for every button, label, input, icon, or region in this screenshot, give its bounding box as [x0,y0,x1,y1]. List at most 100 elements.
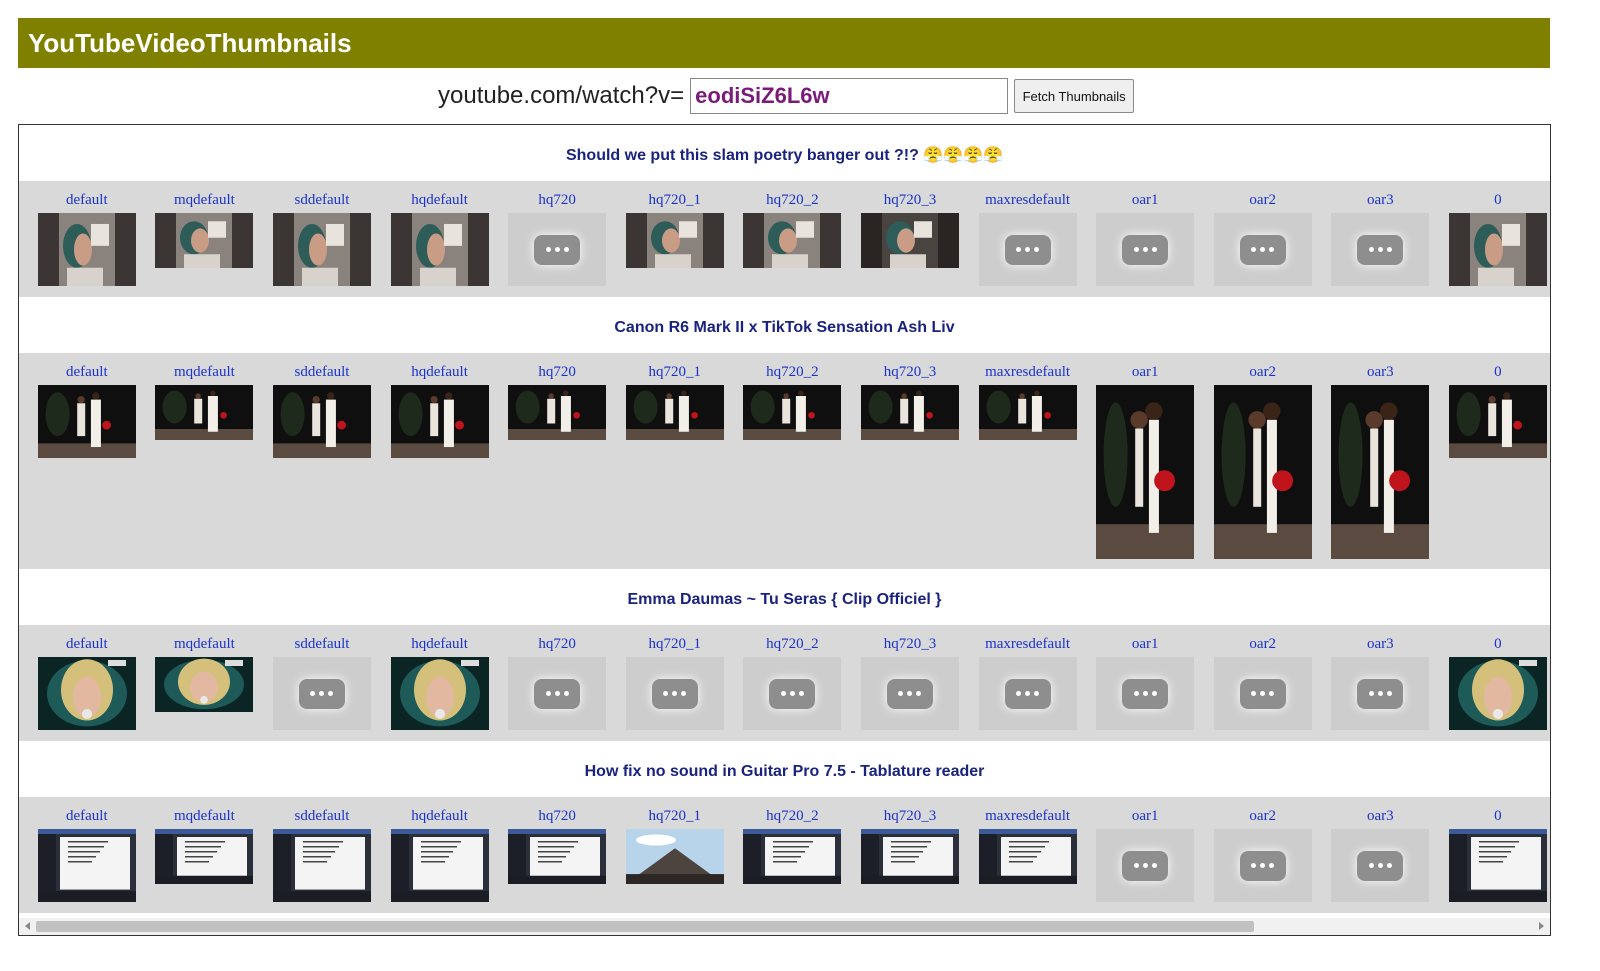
thumbnail-link[interactable]: hq720_1 [649,363,702,385]
thumbnail-unavailable[interactable] [743,657,842,730]
thumbnail-unavailable[interactable] [1213,657,1312,730]
thumbnail-unavailable[interactable] [508,657,607,730]
thumbnail-link[interactable]: default [66,807,108,829]
thumbnail-link[interactable]: maxresdefault [985,191,1070,213]
video-id-input[interactable] [690,78,1009,114]
thumbnail-link[interactable]: default [66,363,108,385]
fetch-thumbnails-button[interactable]: Fetch Thumbnails [1014,79,1135,113]
thumbnail-image[interactable] [37,385,136,458]
thumbnail-image[interactable] [860,385,959,440]
thumbnail-image[interactable] [272,385,371,458]
thumbnail-image[interactable] [743,829,842,884]
thumbnail-link[interactable]: hqdefault [411,191,468,213]
thumbnail-image[interactable] [860,829,959,884]
thumbnail-unavailable[interactable] [1213,829,1312,902]
thumbnail-link[interactable]: oar2 [1249,363,1276,385]
thumbnail-link[interactable]: hq720 [538,807,576,829]
thumbnail-link[interactable]: mqdefault [174,807,235,829]
thumbnail-unavailable[interactable] [1213,213,1312,286]
thumbnail-image[interactable] [390,829,489,902]
thumbnail-image[interactable] [743,213,842,268]
thumbnail-unavailable[interactable] [1331,657,1430,730]
scrollbar-thumb[interactable] [36,921,1254,932]
thumbnail-link[interactable]: hq720_2 [766,191,819,213]
thumbnail-link[interactable]: oar2 [1249,191,1276,213]
thumbnail-unavailable[interactable] [978,657,1077,730]
thumbnail-link[interactable]: 0 [1494,363,1502,385]
thumbnail-link[interactable]: oar2 [1249,635,1276,657]
thumbnail-link[interactable]: maxresdefault [985,635,1070,657]
thumbnail-link[interactable]: hq720 [538,191,576,213]
thumbnail-unavailable[interactable] [1331,829,1430,902]
thumbnail-unavailable[interactable] [508,213,607,286]
thumbnail-image[interactable] [272,213,371,286]
thumbnail-image[interactable] [625,213,724,268]
thumbnail-link[interactable]: hq720_3 [884,635,937,657]
thumbnail-image[interactable] [860,213,959,268]
thumbnail-link[interactable]: mqdefault [174,635,235,657]
thumbnail-link[interactable]: 0 [1494,807,1502,829]
thumbnail-link[interactable]: hqdefault [411,807,468,829]
thumbnail-image[interactable] [1096,385,1195,559]
thumbnail-image[interactable] [1448,385,1547,458]
thumbnail-image[interactable] [508,829,607,884]
thumbnail-link[interactable]: oar2 [1249,807,1276,829]
thumbnail-unavailable[interactable] [1331,213,1430,286]
thumbnail-link[interactable]: hq720_3 [884,363,937,385]
thumbnail-link[interactable]: oar3 [1367,191,1394,213]
thumbnail-link[interactable]: hqdefault [411,363,468,385]
thumbnail-link[interactable]: oar1 [1132,807,1159,829]
thumbnail-link[interactable]: hq720_1 [649,807,702,829]
thumbnail-link[interactable]: hqdefault [411,635,468,657]
thumbnail-image[interactable] [508,385,607,440]
thumbnail-link[interactable]: hq720_3 [884,807,937,829]
thumbnail-link[interactable]: oar1 [1132,363,1159,385]
thumbnail-unavailable[interactable] [1096,829,1195,902]
thumbnail-image[interactable] [37,657,136,730]
thumbnail-image[interactable] [1448,213,1547,286]
thumbnail-link[interactable]: sddefault [294,191,349,213]
thumbnail-unavailable[interactable] [1096,657,1195,730]
thumbnail-link[interactable]: hq720_2 [766,363,819,385]
thumbnail-image[interactable] [1448,829,1547,902]
thumbnail-link[interactable]: hq720_3 [884,191,937,213]
thumbnail-image[interactable] [978,385,1077,440]
thumbnail-link[interactable]: oar3 [1367,807,1394,829]
thumbnail-image[interactable] [390,385,489,458]
thumbnail-image[interactable] [272,829,371,902]
thumbnail-link[interactable]: maxresdefault [985,807,1070,829]
thumbnail-link[interactable]: 0 [1494,191,1502,213]
thumbnail-image[interactable] [625,829,724,884]
thumbnail-link[interactable]: hq720_2 [766,807,819,829]
horizontal-scrollbar[interactable] [19,918,1550,935]
thumbnail-image[interactable] [978,829,1077,884]
thumbnail-link[interactable]: 0 [1494,635,1502,657]
thumbnail-image[interactable] [37,829,136,902]
thumbnail-image[interactable] [37,213,136,286]
thumbnail-link[interactable]: hq720_2 [766,635,819,657]
thumbnail-image[interactable] [155,829,254,884]
thumbnail-image[interactable] [155,385,254,440]
thumbnail-unavailable[interactable] [625,657,724,730]
thumbnail-image[interactable] [743,385,842,440]
thumbnail-unavailable[interactable] [860,657,959,730]
thumbnail-image[interactable] [155,213,254,268]
thumbnail-image[interactable] [1331,385,1430,559]
thumbnail-image[interactable] [1213,385,1312,559]
thumbnail-unavailable[interactable] [1096,213,1195,286]
thumbnail-unavailable[interactable] [272,657,371,730]
scroll-right-arrow-icon[interactable] [1539,922,1544,930]
thumbnail-link[interactable]: sddefault [294,635,349,657]
thumbnail-link[interactable]: mqdefault [174,191,235,213]
thumbnail-link[interactable]: mqdefault [174,363,235,385]
thumbnail-image[interactable] [390,657,489,730]
thumbnail-link[interactable]: oar3 [1367,363,1394,385]
thumbnail-image[interactable] [155,657,254,712]
thumbnail-link[interactable]: hq720_1 [649,191,702,213]
thumbnail-image[interactable] [1448,657,1547,730]
thumbnail-link[interactable]: hq720 [538,635,576,657]
thumbnail-link[interactable]: hq720 [538,363,576,385]
thumbnail-unavailable[interactable] [978,213,1077,286]
thumbnail-image[interactable] [390,213,489,286]
thumbnail-link[interactable]: hq720_1 [649,635,702,657]
